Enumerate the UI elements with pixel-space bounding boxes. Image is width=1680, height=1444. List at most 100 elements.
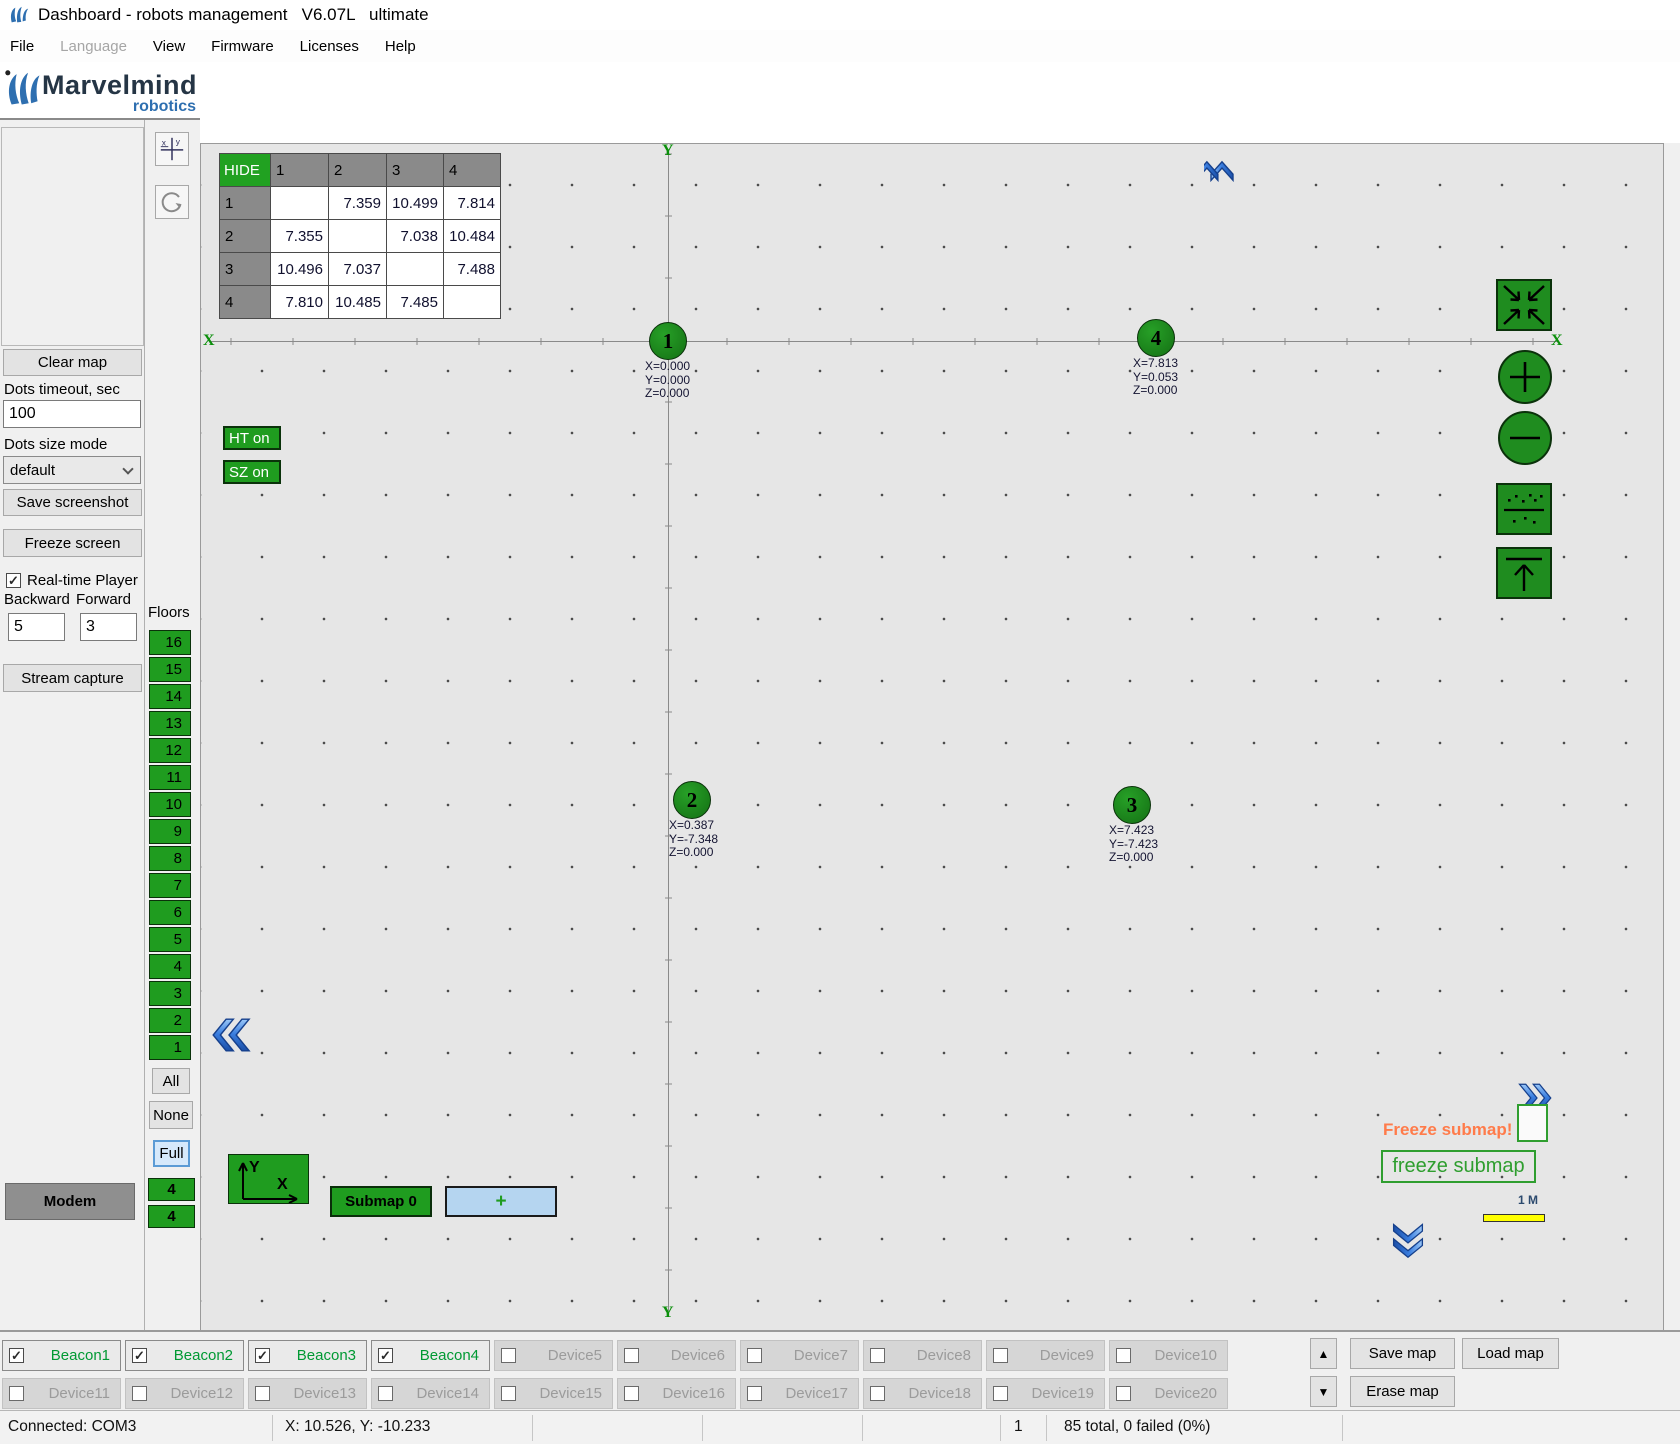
floors-none-button[interactable]: None — [149, 1101, 193, 1129]
realtime-player-checkbox[interactable]: ✓ — [6, 573, 21, 588]
device-list-down-button[interactable]: ▼ — [1310, 1376, 1337, 1407]
floor-button-15[interactable]: 15 — [149, 657, 191, 682]
device16-checkbox[interactable] — [624, 1386, 639, 1401]
device8-checkbox[interactable] — [870, 1348, 885, 1363]
floor-extra-button-1[interactable]: 4 — [148, 1178, 195, 1201]
zoom-in-button[interactable] — [1498, 350, 1552, 404]
floor-button-14[interactable]: 14 — [149, 684, 191, 709]
menu-firmware[interactable]: Firmware — [211, 38, 274, 55]
clear-map-button[interactable]: Clear map — [3, 349, 142, 376]
device-cell-beacon4[interactable]: ✓Beacon4 — [371, 1340, 490, 1371]
add-submap-button[interactable]: + — [445, 1186, 557, 1217]
device-cell-beacon2[interactable]: ✓Beacon2 — [125, 1340, 244, 1371]
freeze-screen-button[interactable]: Freeze screen — [3, 529, 142, 557]
beacon-4-marker[interactable]: 4 — [1137, 319, 1175, 357]
device-cell-device13[interactable]: Device13 — [248, 1378, 367, 1409]
device20-checkbox[interactable] — [1116, 1386, 1131, 1401]
menu-language[interactable]: Language — [60, 38, 127, 55]
beacon-3-marker[interactable]: 3 — [1113, 786, 1151, 824]
device18-checkbox[interactable] — [870, 1386, 885, 1401]
dots-size-select[interactable]: default — [3, 456, 141, 484]
snap-top-button[interactable] — [1496, 547, 1552, 599]
menu-file[interactable]: File — [10, 38, 34, 55]
save-map-button[interactable]: Save map — [1350, 1338, 1455, 1369]
device-cell-device16[interactable]: Device16 — [617, 1378, 736, 1409]
floors-full-button[interactable]: Full — [153, 1140, 190, 1167]
pan-down-icon[interactable] — [1391, 1212, 1425, 1258]
dots-timeout-input[interactable]: 100 — [3, 400, 141, 428]
menu-view[interactable]: View — [153, 38, 185, 55]
device-cell-device11[interactable]: Device11 — [2, 1378, 121, 1409]
floor-button-16[interactable]: 16 — [149, 630, 191, 655]
device-cell-beacon3[interactable]: ✓Beacon3 — [248, 1340, 367, 1371]
floor-button-1[interactable]: 1 — [149, 1035, 191, 1060]
beacon-1-marker[interactable]: 1 — [649, 322, 687, 360]
ht-on-badge[interactable]: HT on — [223, 426, 281, 450]
beacon1-checkbox[interactable]: ✓ — [9, 1348, 24, 1363]
device5-checkbox[interactable] — [501, 1348, 516, 1363]
sz-on-badge[interactable]: SZ on — [223, 460, 281, 484]
floor-button-6[interactable]: 6 — [149, 900, 191, 925]
device-cell-device9[interactable]: Device9 — [986, 1340, 1105, 1371]
floor-button-7[interactable]: 7 — [149, 873, 191, 898]
floor-button-12[interactable]: 12 — [149, 738, 191, 763]
floor-button-8[interactable]: 8 — [149, 846, 191, 871]
menu-licenses[interactable]: Licenses — [300, 38, 359, 55]
pan-left-icon[interactable] — [206, 1016, 252, 1054]
device6-checkbox[interactable] — [624, 1348, 639, 1363]
save-screenshot-button[interactable]: Save screenshot — [3, 489, 142, 516]
beacon-2-marker[interactable]: 2 — [673, 781, 711, 819]
beacon2-checkbox[interactable]: ✓ — [132, 1348, 147, 1363]
load-map-button[interactable]: Load map — [1462, 1338, 1559, 1369]
floor-button-4[interactable]: 4 — [149, 954, 191, 979]
device-cell-device19[interactable]: Device19 — [986, 1378, 1105, 1409]
beacon3-checkbox[interactable]: ✓ — [255, 1348, 270, 1363]
floor-button-9[interactable]: 9 — [149, 819, 191, 844]
device19-checkbox[interactable] — [993, 1386, 1008, 1401]
pan-up-icon[interactable] — [1204, 146, 1240, 190]
floor-extra-button-2[interactable]: 4 — [148, 1205, 195, 1228]
device14-checkbox[interactable] — [378, 1386, 393, 1401]
hide-button[interactable]: HIDE — [220, 154, 270, 186]
device13-checkbox[interactable] — [255, 1386, 270, 1401]
device-cell-device8[interactable]: Device8 — [863, 1340, 982, 1371]
modem-button[interactable]: Modem — [5, 1183, 135, 1220]
floor-button-13[interactable]: 13 — [149, 711, 191, 736]
device-cell-device20[interactable]: Device20 — [1109, 1378, 1228, 1409]
floors-all-button[interactable]: All — [152, 1068, 190, 1094]
device17-checkbox[interactable] — [747, 1386, 762, 1401]
freeze-submap-button[interactable]: freeze submap — [1381, 1150, 1536, 1183]
rotate-view-button[interactable] — [155, 185, 189, 219]
erase-map-button[interactable]: Erase map — [1350, 1376, 1455, 1407]
device-cell-device15[interactable]: Device15 — [494, 1378, 613, 1409]
device7-checkbox[interactable] — [747, 1348, 762, 1363]
stream-capture-button[interactable]: Stream capture — [3, 664, 142, 692]
device-cell-device10[interactable]: Device10 — [1109, 1340, 1228, 1371]
backward-input[interactable]: 5 — [8, 613, 65, 641]
device-list-up-button[interactable]: ▲ — [1310, 1338, 1337, 1369]
floor-button-3[interactable]: 3 — [149, 981, 191, 1006]
fit-to-screen-button[interactable] — [1496, 279, 1552, 331]
floor-button-11[interactable]: 11 — [149, 765, 191, 790]
floor-button-5[interactable]: 5 — [149, 927, 191, 952]
realtime-player-toggle[interactable]: ✓ Real-time Player — [6, 572, 138, 589]
device15-checkbox[interactable] — [501, 1386, 516, 1401]
dots-filter-button[interactable] — [1496, 483, 1552, 535]
device-cell-device17[interactable]: Device17 — [740, 1378, 859, 1409]
submap-0-button[interactable]: Submap 0 — [330, 1186, 432, 1217]
device10-checkbox[interactable] — [1116, 1348, 1131, 1363]
beacon4-checkbox[interactable]: ✓ — [378, 1348, 393, 1363]
device-cell-device18[interactable]: Device18 — [863, 1378, 982, 1409]
device-cell-beacon1[interactable]: ✓Beacon1 — [2, 1340, 121, 1371]
freeze-submap-indicator[interactable] — [1517, 1104, 1548, 1142]
device-cell-device6[interactable]: Device6 — [617, 1340, 736, 1371]
device12-checkbox[interactable] — [132, 1386, 147, 1401]
device-cell-device12[interactable]: Device12 — [125, 1378, 244, 1409]
device-cell-device5[interactable]: Device5 — [494, 1340, 613, 1371]
device9-checkbox[interactable] — [993, 1348, 1008, 1363]
device-cell-device7[interactable]: Device7 — [740, 1340, 859, 1371]
device-cell-device14[interactable]: Device14 — [371, 1378, 490, 1409]
forward-input[interactable]: 3 — [80, 613, 137, 641]
floor-button-10[interactable]: 10 — [149, 792, 191, 817]
floor-button-2[interactable]: 2 — [149, 1008, 191, 1033]
